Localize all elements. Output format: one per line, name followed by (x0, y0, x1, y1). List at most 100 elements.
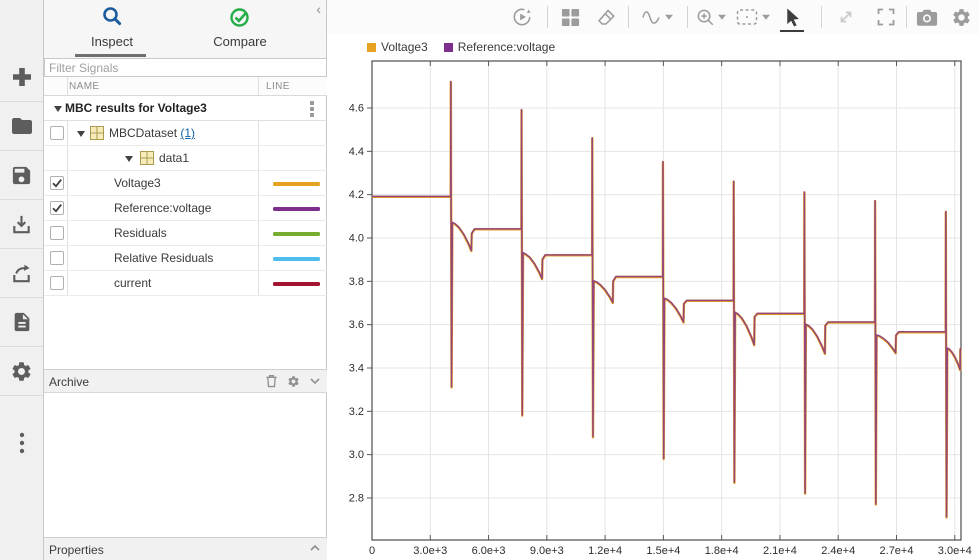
time-plot[interactable]: 0 3.0e+3 6.0e+3 9.0e+3 1.2e+4 1.5e+4 1.8e+4 2.1… (327, 0, 979, 560)
tab-inspect-label: Inspect (91, 34, 133, 49)
column-divider (67, 77, 68, 95)
x-tick-label: 0 (369, 545, 375, 557)
signal-row[interactable]: Relative Residuals (44, 246, 327, 271)
x-tick-label: 2.4e+4 (821, 545, 855, 557)
import-button[interactable] (0, 200, 43, 249)
tab-strip: Inspect Compare ‹ (44, 0, 326, 58)
signal-row[interactable]: Voltage3 (44, 171, 327, 196)
chevron-down-icon[interactable] (309, 375, 321, 387)
signal-name: Reference:voltage (114, 201, 212, 215)
more-options-button[interactable] (0, 418, 43, 467)
plus-icon (12, 68, 31, 86)
collapse-caret-icon[interactable] (77, 131, 85, 137)
y-tick-label: 4.0 (349, 232, 364, 244)
magnifier-icon (103, 7, 122, 26)
signal-name: Residuals (114, 226, 167, 240)
signal-checkbox[interactable] (50, 226, 64, 240)
open-button[interactable] (0, 102, 43, 151)
kebab-icon (19, 432, 24, 453)
document-icon (14, 312, 29, 332)
collapse-caret-icon[interactable] (125, 156, 133, 162)
properties-label: Properties (49, 543, 104, 557)
signal-rows: Voltage3 Reference:voltage Residuals Relati… (44, 171, 327, 296)
y-tick-label: 4.4 (349, 146, 364, 158)
signal-name: Voltage3 (114, 176, 161, 190)
signal-checkbox[interactable] (50, 251, 64, 265)
tab-inspect[interactable]: Inspect (52, 0, 172, 58)
archive-label: Archive (49, 375, 90, 389)
signal-line-swatch (273, 282, 320, 286)
signal-row[interactable]: Residuals (44, 221, 327, 246)
dataset-label: MBCDataset (1) (109, 126, 196, 140)
archive-settings-gear-icon[interactable] (287, 375, 300, 388)
simulation-data-inspector: Inspect Compare ‹ NAME LINE (0, 0, 980, 560)
report-button[interactable] (0, 298, 43, 347)
signal-row[interactable]: current (44, 271, 327, 296)
add-button[interactable] (0, 53, 43, 102)
signal-name: current (114, 276, 152, 290)
save-button[interactable] (0, 151, 43, 200)
signal-name: Relative Residuals (114, 251, 214, 265)
x-tick-label: 9.0e+3 (530, 545, 564, 557)
gear-icon (12, 361, 31, 381)
x-tick-label: 6.0e+3 (472, 545, 506, 557)
filter-signals (44, 58, 327, 77)
x-tick-label: 1.2e+4 (588, 545, 622, 557)
x-tick-label: 3.0e+4 (938, 545, 972, 557)
preferences-button[interactable] (0, 347, 43, 396)
tab-compare-label: Compare (213, 34, 267, 49)
check-circle-icon (230, 8, 249, 27)
signal-line-swatch (273, 182, 320, 186)
column-divider (258, 77, 259, 95)
y-tick-label: 4.2 (349, 189, 364, 201)
y-tick-label: 4.6 (349, 103, 364, 115)
y-tick-label: 3.0 (349, 449, 364, 461)
x-tick-label: 2.1e+4 (763, 545, 797, 557)
x-tick-label: 3.0e+3 (413, 545, 447, 557)
data1-label: data1 (159, 151, 190, 165)
dataset-icon (90, 126, 104, 140)
properties-section-bar[interactable]: Properties (44, 537, 327, 560)
run-group-label: MBC results for Voltage3 (65, 101, 207, 115)
signal-line-swatch (273, 232, 320, 236)
collapse-panel-button[interactable]: ‹ (316, 1, 321, 17)
active-tab-indicator (75, 54, 146, 57)
signal-panel: Inspect Compare ‹ NAME LINE (44, 0, 327, 560)
run-group-row[interactable]: MBC results for Voltage3 (44, 96, 327, 121)
y-tick-label: 3.6 (349, 319, 364, 331)
series-reference-voltage (372, 80, 962, 518)
y-tick-label: 3.8 (349, 276, 364, 288)
tab-compare[interactable]: Compare (180, 0, 300, 58)
table-header: NAME LINE (44, 77, 327, 96)
signal-line-swatch (273, 257, 320, 261)
filter-signals-input[interactable] (44, 58, 327, 77)
row-kebab-icon[interactable] (310, 101, 314, 119)
dataset-checkbox[interactable] (50, 126, 64, 140)
dataset-row[interactable]: MBCDataset (1) (44, 121, 327, 146)
signal-line-swatch (273, 207, 320, 211)
y-tick-label: 3.4 (349, 362, 364, 374)
plot-pane: Voltage3 Reference:voltage 0 3.0e+3 6.0e+3 9… (327, 0, 980, 560)
x-tick-label: 1.5e+4 (646, 545, 680, 557)
import-icon (13, 215, 30, 233)
archive-section-bar[interactable]: Archive (44, 369, 327, 393)
check-icon (52, 179, 62, 188)
signal-row[interactable]: Reference:voltage (44, 196, 327, 221)
chevron-up-icon[interactable] (309, 542, 321, 554)
y-tick-label: 2.8 (349, 492, 364, 504)
signal-checkbox[interactable] (50, 276, 64, 290)
signal-checkbox[interactable] (50, 176, 64, 190)
dataset-count-link[interactable]: (1) (180, 126, 195, 140)
check-icon (52, 204, 62, 213)
trash-icon[interactable] (265, 374, 278, 388)
left-toolbar (0, 0, 44, 560)
save-icon (12, 166, 31, 184)
collapse-caret-icon[interactable] (54, 106, 62, 112)
export-button[interactable] (0, 249, 43, 298)
signal-checkbox[interactable] (50, 201, 64, 215)
column-name: NAME (69, 81, 100, 92)
x-tick-label: 1.8e+4 (705, 545, 739, 557)
folder-icon (11, 118, 32, 134)
column-line: LINE (266, 81, 290, 92)
data1-row[interactable]: data1 (44, 146, 327, 171)
